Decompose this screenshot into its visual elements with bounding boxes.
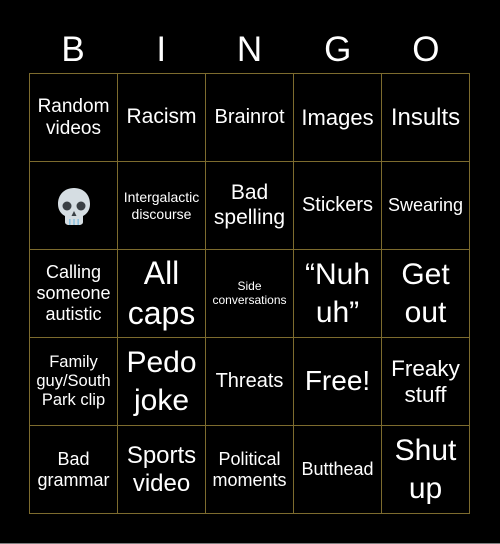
- bingo-board: Random videos Racism Brainrot Images Ins…: [29, 73, 470, 514]
- cell-label: Random videos: [37, 95, 110, 139]
- bingo-cell-r1c5[interactable]: Insults: [382, 74, 470, 162]
- cell-label: Political moments: [212, 448, 287, 490]
- cell-label: Swearing: [387, 195, 464, 216]
- bingo-cell-r4c5[interactable]: Freaky stuff: [382, 338, 470, 426]
- header-letter-o: O: [412, 30, 440, 69]
- bingo-cell-r1c4[interactable]: Images: [294, 74, 382, 162]
- header-letter-b: B: [61, 30, 85, 69]
- bingo-cell-r4c1[interactable]: Family guy/South Park clip: [30, 338, 118, 426]
- cell-label: Images: [301, 104, 374, 130]
- cell-label: All caps: [127, 255, 196, 331]
- cell-label: Free!: [304, 365, 371, 397]
- cell-label: Bad spelling: [213, 181, 286, 229]
- cell-label: Pedo joke: [126, 346, 197, 417]
- bingo-cell-r3c1[interactable]: Calling someone autistic: [30, 250, 118, 338]
- bingo-cell-r5c2[interactable]: Sports video: [118, 426, 206, 514]
- cell-label: Bad grammar: [37, 448, 110, 490]
- bingo-cell-r3c2[interactable]: All caps: [118, 250, 206, 338]
- bingo-cell-r4c3[interactable]: Threats: [206, 338, 294, 426]
- bingo-cell-r3c4[interactable]: “Nuh uh”: [294, 250, 382, 338]
- bingo-cell-r2c2[interactable]: Intergalactic discourse: [118, 162, 206, 250]
- cell-label: Freaky stuff: [391, 355, 460, 407]
- bingo-cell-r4c4[interactable]: Free!: [294, 338, 382, 426]
- bingo-cell-r2c5[interactable]: Swearing: [382, 162, 470, 250]
- cell-label: Insults: [390, 103, 461, 131]
- bingo-cell-r5c5[interactable]: Shut up: [382, 426, 470, 514]
- bingo-cell-r2c3[interactable]: Bad spelling: [206, 162, 294, 250]
- bingo-cell-r2c1[interactable]: [30, 162, 118, 250]
- cell-label: Threats: [215, 370, 284, 392]
- bingo-cell-r1c1[interactable]: Random videos: [30, 74, 118, 162]
- cell-label: “Nuh uh”: [304, 258, 371, 329]
- cell-label: Family guy/South Park clip: [36, 353, 111, 409]
- bingo-cell-r2c4[interactable]: Stickers: [294, 162, 382, 250]
- header-letter-n: N: [236, 30, 263, 69]
- cell-label: Side conversations: [212, 278, 287, 307]
- bingo-header: B I N G O: [29, 28, 470, 72]
- bingo-cell-r4c2[interactable]: Pedo joke: [118, 338, 206, 426]
- skull-icon: [56, 186, 92, 226]
- cell-label: Get out: [401, 258, 450, 329]
- bingo-cell-r5c1[interactable]: Bad grammar: [30, 426, 118, 514]
- bingo-cell-r1c2[interactable]: Racism: [118, 74, 206, 162]
- header-letter-i: I: [156, 30, 167, 69]
- bingo-cell-r1c3[interactable]: Brainrot: [206, 74, 294, 162]
- bingo-cell-r3c5[interactable]: Get out: [382, 250, 470, 338]
- cell-label: Calling someone autistic: [36, 262, 111, 324]
- bingo-cell-r3c3[interactable]: Side conversations: [206, 250, 294, 338]
- header-letter-g: G: [324, 30, 352, 69]
- cell-label: Sports video: [126, 441, 197, 497]
- bingo-cell-r5c4[interactable]: Butthead: [294, 426, 382, 514]
- cell-label: Stickers: [301, 194, 374, 216]
- cell-label: Intergalactic discourse: [123, 189, 200, 222]
- cell-label: Racism: [126, 105, 197, 129]
- cell-label: Butthead: [301, 459, 374, 480]
- cell-label: Brainrot: [214, 106, 285, 128]
- bingo-cell-r5c3[interactable]: Political moments: [206, 426, 294, 514]
- cell-label: Shut up: [394, 434, 457, 505]
